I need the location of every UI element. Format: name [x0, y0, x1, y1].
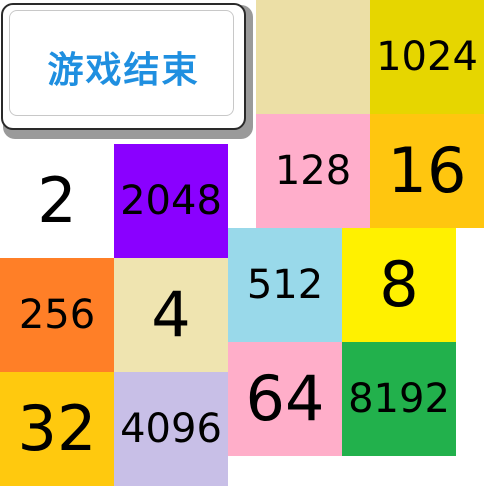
- tile-value: 32: [17, 392, 97, 465]
- tile-8192: 8192: [342, 342, 456, 456]
- tile-value: 4096: [120, 406, 222, 452]
- tile-value: 4: [151, 278, 191, 351]
- tile-64: 64: [228, 342, 342, 456]
- tile-32: 32: [0, 372, 114, 486]
- tile-value: 8: [379, 248, 419, 321]
- tile-value: 2: [37, 164, 77, 237]
- tile-2: 2: [0, 144, 114, 258]
- tile-512: 512: [228, 228, 342, 342]
- tile-128: 128: [256, 114, 370, 228]
- game-over-text: 游戏结束: [47, 49, 200, 91]
- tile-value: 16: [387, 134, 467, 207]
- tile-value: 64: [245, 362, 325, 435]
- tile-1024: 1024: [370, 0, 484, 114]
- tile-value: 1024: [376, 34, 478, 80]
- tile-4096: 4096: [114, 372, 228, 486]
- tile-value: 512: [246, 262, 324, 308]
- game-over-banner[interactable]: 游戏结束: [1, 3, 246, 130]
- game-board: 1024 128 16 2 2048 512 8 256 4 64 8192 3…: [0, 0, 484, 486]
- tile-8: 8: [342, 228, 456, 342]
- tile-2048: 2048: [114, 144, 228, 258]
- tile-value: 8192: [348, 376, 450, 422]
- tile-256: 256: [0, 258, 114, 372]
- tile-value: 256: [18, 292, 96, 338]
- tile-value: 128: [274, 148, 352, 194]
- tile-16: 16: [370, 114, 484, 228]
- tile-4: 4: [114, 258, 228, 372]
- tile-empty: [256, 0, 370, 114]
- tile-value: 2048: [120, 178, 222, 224]
